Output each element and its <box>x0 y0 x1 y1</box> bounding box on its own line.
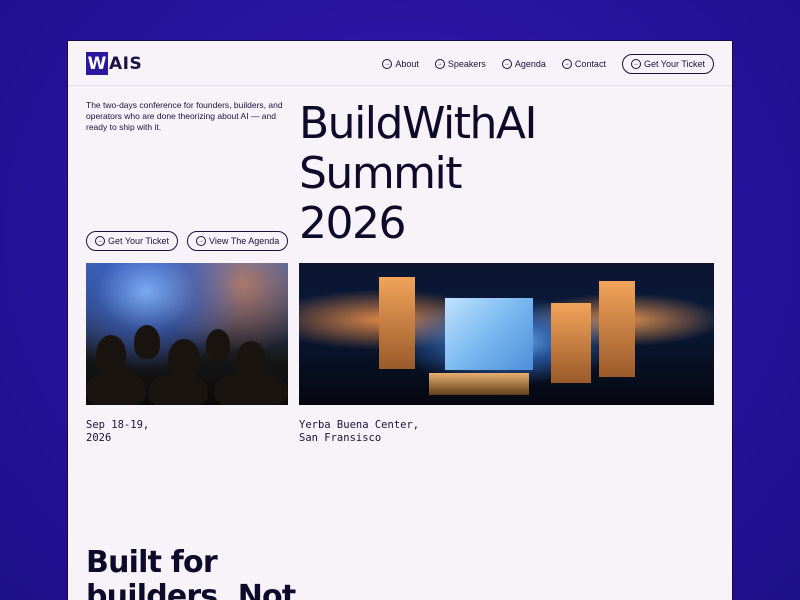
header-ticket-label: Get Your Ticket <box>643 58 705 69</box>
arrow-right-icon: → <box>196 236 207 246</box>
hero-title-line: BuildWithAI <box>299 98 537 149</box>
hero-tagline: The two-days conference for founders, bu… <box>86 100 283 132</box>
logo-text: AIS <box>109 53 143 74</box>
logo-mark: W <box>86 52 108 75</box>
hero-actions: → Get Your Ticket → View The Agenda <box>86 231 297 251</box>
arrow-right-icon: → <box>382 58 393 69</box>
head-shape <box>134 325 160 359</box>
section-heading-line: builders. Not <box>86 579 296 600</box>
nav-speakers[interactable]: → Speakers <box>434 58 486 69</box>
site-header: W AIS → About → Speakers → Agenda → Cont… <box>68 41 732 86</box>
head-shape <box>86 369 146 405</box>
head-shape <box>214 371 288 405</box>
main-screen <box>445 298 533 370</box>
event-venue: Yerba Buena Center, San Fransisco <box>299 419 419 445</box>
audience-photo <box>86 263 288 405</box>
nav-contact[interactable]: → Contact <box>561 58 606 69</box>
nav-about[interactable]: → About <box>382 58 419 69</box>
stage-floor <box>429 373 529 395</box>
nav-agenda[interactable]: → Agenda <box>501 58 546 69</box>
head-shape <box>96 335 126 373</box>
main-nav: → About → Speakers → Agenda → Contact → … <box>366 53 714 74</box>
date-line: 2026 <box>86 432 112 444</box>
venue-line: Yerba Buena Center, <box>299 419 420 431</box>
page-frame: W AIS → About → Speakers → Agenda → Cont… <box>67 40 733 600</box>
arrow-right-icon: → <box>501 58 512 69</box>
venue-line: San Fransisco <box>299 432 382 444</box>
section-heading: Built for builders. Not <box>86 545 296 600</box>
nav-speakers-label: Speakers <box>447 58 486 69</box>
head-shape <box>148 373 208 405</box>
nav-agenda-label: Agenda <box>514 58 546 69</box>
logo[interactable]: W AIS <box>86 52 142 75</box>
audience-heads <box>86 325 288 405</box>
header-ticket-button[interactable]: → Get Your Ticket <box>621 53 714 74</box>
hero-title: BuildWithAI Summit 2026 <box>299 99 719 249</box>
nav-contact-label: Contact <box>574 58 606 69</box>
hero-title-line: Summit <box>299 148 463 199</box>
get-ticket-label: Get Your Ticket <box>108 236 170 246</box>
arrow-right-icon: → <box>561 58 572 69</box>
side-screen-left <box>379 277 415 369</box>
view-agenda-label: View The Agenda <box>209 236 280 246</box>
head-shape <box>206 329 230 361</box>
side-screen-far-right <box>599 281 635 377</box>
side-screen-right <box>551 303 591 383</box>
arrow-right-icon: → <box>95 236 105 246</box>
section-heading-line: Built for <box>86 545 218 580</box>
stage-photo <box>299 263 714 405</box>
date-line: Sep 18-19, <box>86 419 150 431</box>
arrow-right-icon: → <box>630 58 641 69</box>
event-date: Sep 18-19, 2026 <box>86 419 149 445</box>
arrow-right-icon: → <box>434 58 445 69</box>
nav-about-label: About <box>395 58 419 69</box>
view-agenda-button[interactable]: → View The Agenda <box>187 231 289 251</box>
get-ticket-button[interactable]: → Get Your Ticket <box>86 231 179 251</box>
hero-title-line: 2026 <box>299 198 406 249</box>
